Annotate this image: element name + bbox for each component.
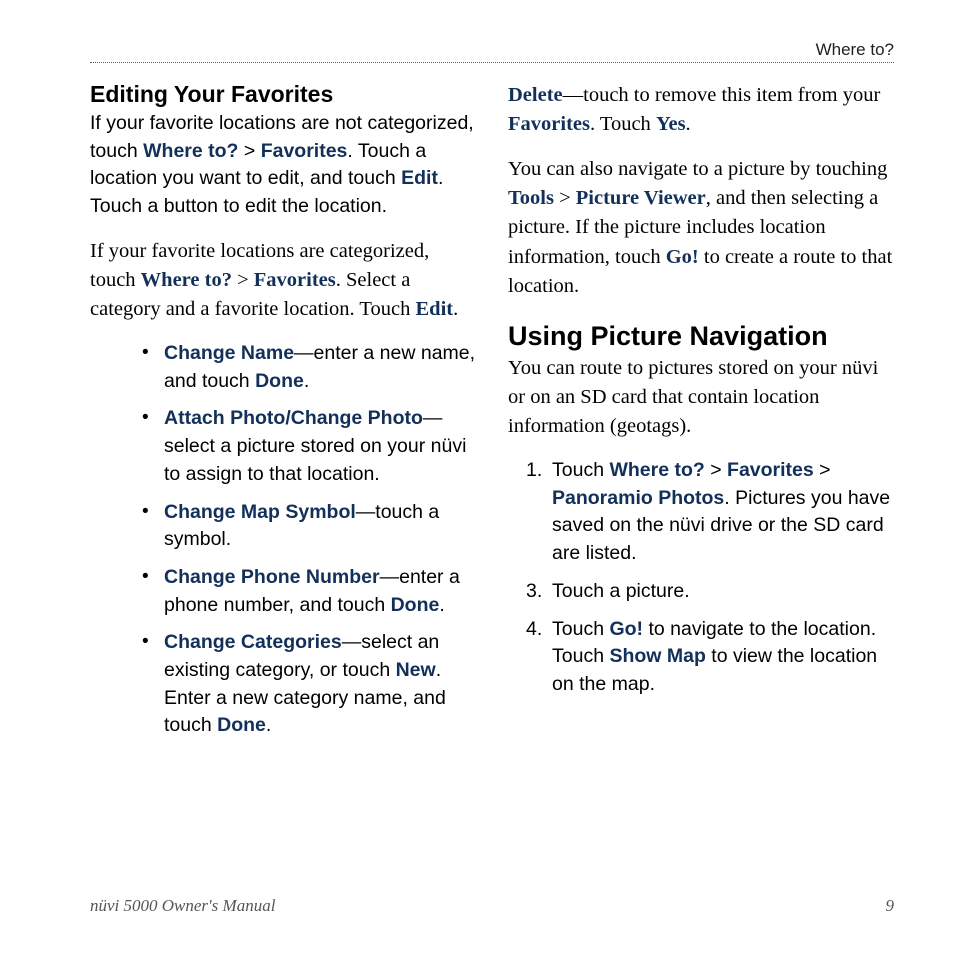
footer-manual-title: nüvi 5000 Owner's Manual [90,896,275,916]
label-go: Go! [666,246,699,268]
label-edit: Edit [416,298,454,320]
label-change-name: Change Name [164,342,294,364]
footer-page-number: 9 [886,896,895,916]
step-number: 1. [526,457,542,485]
label-done: Done [255,370,304,392]
label-done: Done [391,594,440,616]
label-attach-photo: Attach Photo/Change Photo [164,407,423,429]
label-panoramio: Panoramio Photos [552,487,724,509]
step-number: 3. [526,578,542,606]
para-favorites-categorized: If your favorite locations are categoriz… [90,237,476,324]
para-delete: Delete—touch to remove this item from yo… [508,81,894,139]
list-item: 3. Touch a picture. [526,578,894,606]
label-yes: Yes [656,113,686,135]
step-number: 4. [526,616,542,644]
label-show-map: Show Map [609,645,705,667]
label-done: Done [217,714,266,736]
label-favorites: Favorites [727,459,814,481]
label-tools: Tools [508,187,554,209]
list-item: 1. Touch Where to? > Favorites > Panoram… [526,457,894,568]
list-item: 4. Touch Go! to navigate to the location… [526,616,894,699]
heading-picture-navigation: Using Picture Navigation [508,321,894,352]
label-edit: Edit [401,167,438,189]
label-favorites: Favorites [254,269,336,291]
list-item: Change Categories—select an existing cat… [142,629,476,740]
list-item: Change Phone Number—enter a phone number… [142,564,476,619]
label-where-to: Where to? [143,140,238,162]
label-change-categories: Change Categories [164,631,342,653]
label-change-map-symbol: Change Map Symbol [164,501,356,523]
label-go: Go! [609,618,643,640]
right-column: Delete—touch to remove this item from yo… [508,81,894,756]
para-picture-viewer: You can also navigate to a picture by to… [508,155,894,301]
heading-editing-favorites: Editing Your Favorites [90,81,476,108]
label-picture-viewer: Picture Viewer [576,187,706,209]
page-footer: nüvi 5000 Owner's Manual 9 [90,896,894,916]
label-where-to: Where to? [141,269,232,291]
label-where-to: Where to? [609,459,704,481]
page-header: Where to? [90,40,894,63]
label-change-phone: Change Phone Number [164,566,380,588]
edit-options-list: Change Name—enter a new name, and touch … [90,340,476,740]
label-new: New [396,659,436,681]
label-favorites: Favorites [261,140,348,162]
steps-list: 1. Touch Where to? > Favorites > Panoram… [508,457,894,699]
list-item: Change Name—enter a new name, and touch … [142,340,476,395]
list-item: Change Map Symbol—touch a symbol. [142,499,476,554]
para-picture-nav-intro: You can route to pictures stored on your… [508,354,894,441]
para-favorites-not-categorized: If your favorite locations are not categ… [90,110,476,221]
label-delete: Delete [508,84,563,106]
left-column: Editing Your Favorites If your favorite … [90,81,476,756]
content-columns: Editing Your Favorites If your favorite … [90,81,894,756]
label-favorites: Favorites [508,113,590,135]
section-title: Where to? [816,40,894,59]
list-item: Attach Photo/Change Photo—select a pictu… [142,405,476,488]
